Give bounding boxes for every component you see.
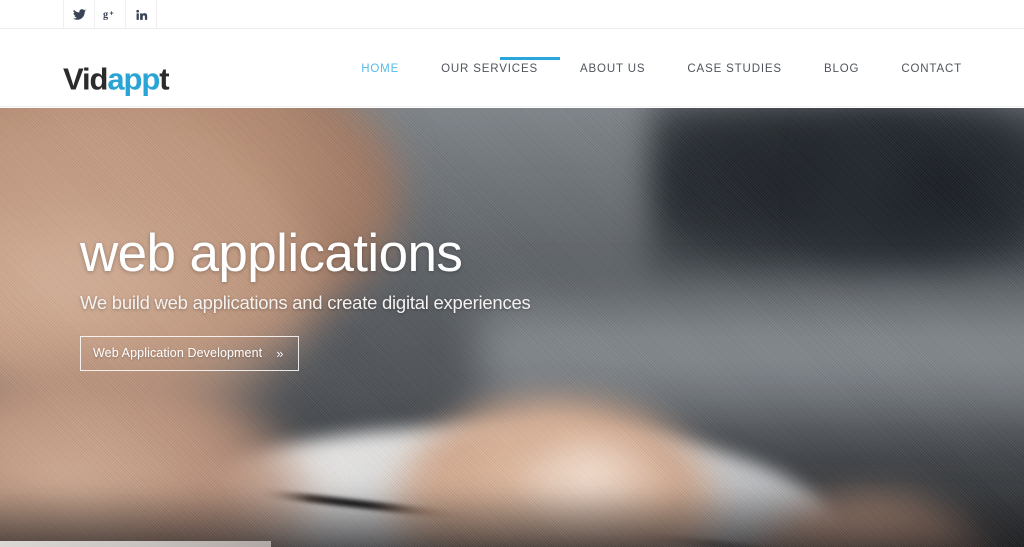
social-links: g +	[63, 0, 157, 28]
hero-title: web applications	[80, 224, 463, 283]
hero-cta-button[interactable]: Web Application Development »	[80, 335, 299, 371]
chevron-right-icon: »	[276, 345, 284, 361]
nav-item-about-us[interactable]: ABOUT US	[580, 59, 645, 79]
nav-item-home[interactable]: HOME	[361, 59, 399, 79]
nav-item-case-studies[interactable]: CASE STUDIES	[687, 59, 782, 79]
social-link-linkedin[interactable]	[125, 0, 157, 28]
nav-item-contact[interactable]: CONTACT	[901, 59, 962, 79]
photo-layer-keyboard-dark	[820, 113, 1024, 263]
nav-item-our-services[interactable]: OUR SERVICES	[441, 59, 538, 79]
google-plus-icon: g +	[103, 8, 117, 21]
nav-item-blog[interactable]: BLOG	[824, 59, 859, 79]
svg-text:g: g	[103, 9, 109, 20]
social-link-twitter[interactable]	[63, 0, 95, 28]
linkedin-icon	[135, 8, 148, 21]
hero-content: web applications We build web applicatio…	[80, 226, 531, 371]
photo-layer-bottom-vignette	[0, 487, 1024, 547]
hero-subtitle: We build web applications and create dig…	[80, 291, 531, 313]
top-utility-bar: g +	[0, 0, 1024, 29]
slider-progress-bar[interactable]	[0, 541, 271, 547]
main-navigation: HOME OUR SERVICES ABOUT US CASE STUDIES …	[361, 59, 962, 79]
logo-part-one: Vid	[63, 61, 108, 97]
site-logo[interactable]: Vidappt	[63, 61, 170, 97]
svg-text:+: +	[109, 10, 113, 17]
hero-slider: web applications We build web applicatio…	[0, 108, 1024, 547]
logo-part-two: app	[107, 61, 160, 97]
twitter-icon	[72, 8, 86, 21]
logo-part-three: t	[159, 61, 169, 97]
hero-cta-label: Web Application Development	[93, 346, 263, 361]
page-root: g + Vidappt HOME OUR SERVICES ABOUT US C…	[0, 0, 1024, 547]
social-link-googleplus[interactable]: g +	[94, 0, 126, 28]
site-header: Vidappt HOME OUR SERVICES ABOUT US CASE …	[0, 29, 1024, 107]
